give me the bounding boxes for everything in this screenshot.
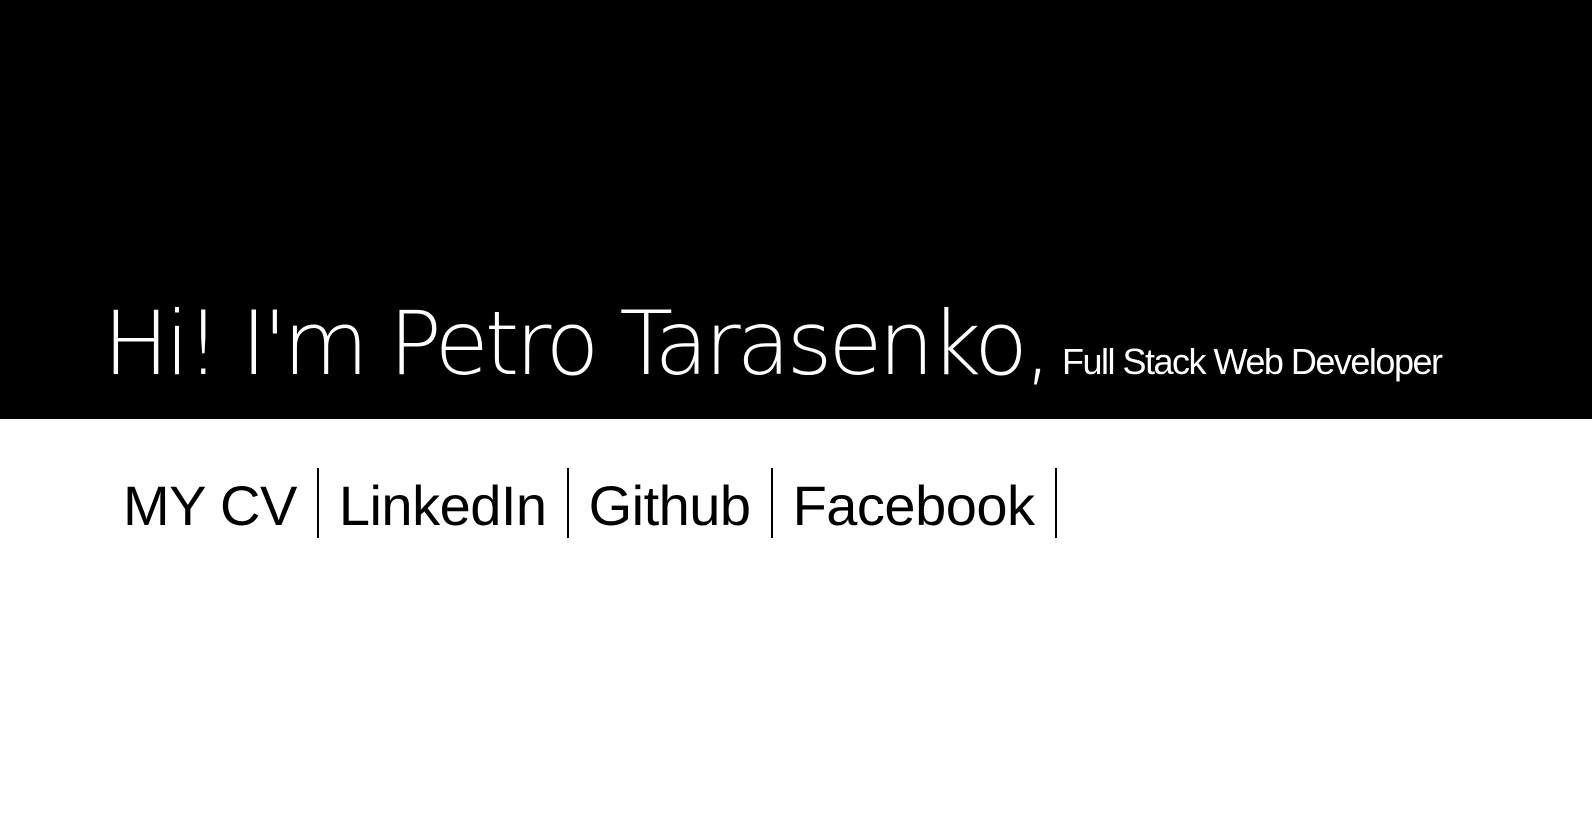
hero-banner: Hi! I'm Petro Tarasenko, Full Stack Web D… bbox=[0, 0, 1592, 419]
hero-greeting: Hi! I'm Petro Tarasenko, bbox=[103, 292, 1052, 395]
link-divider bbox=[316, 468, 319, 538]
hero-heading: Hi! I'm Petro Tarasenko, Full Stack Web D… bbox=[103, 300, 1443, 388]
linkedin-link[interactable]: LinkedIn bbox=[339, 468, 547, 538]
github-link[interactable]: Github bbox=[589, 468, 752, 538]
my-cv-link[interactable]: MY CV bbox=[123, 468, 297, 538]
facebook-link[interactable]: Facebook bbox=[793, 468, 1035, 538]
link-divider bbox=[566, 468, 569, 538]
hero-role-subtitle: Full Stack Web Developer bbox=[1061, 341, 1443, 382]
link-divider bbox=[1054, 468, 1057, 538]
link-divider bbox=[770, 468, 773, 538]
social-links-nav: MY CV LinkedIn Github Facebook bbox=[123, 468, 1057, 538]
